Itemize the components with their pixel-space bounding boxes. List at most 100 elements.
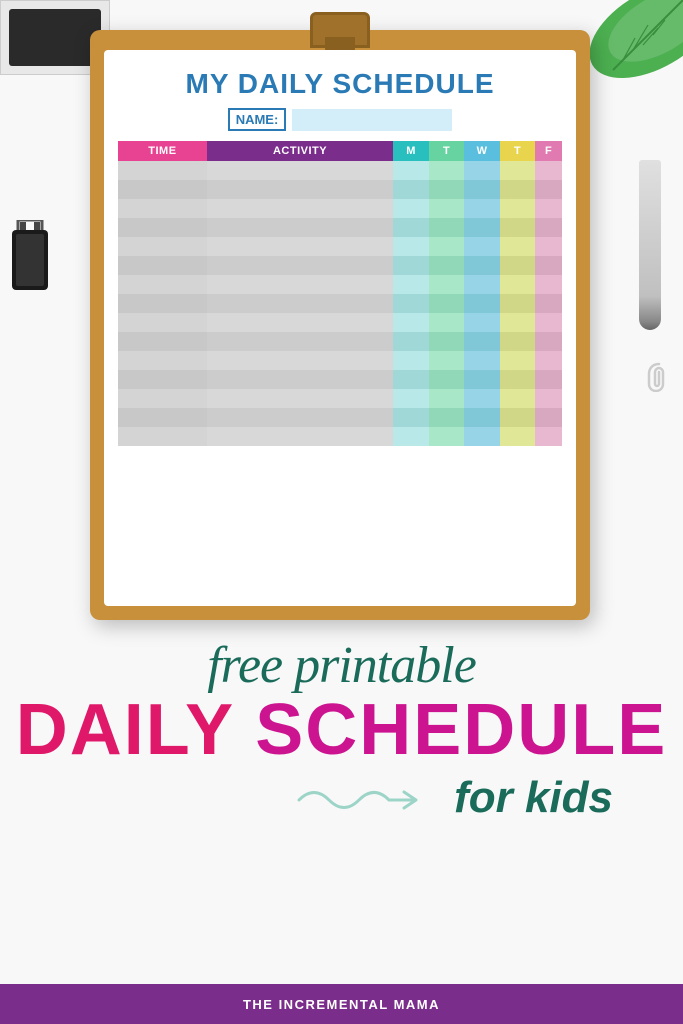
for-kids-text: for kids [454,773,613,823]
cell-thursday [500,313,536,332]
cell-time [118,218,207,237]
cell-friday [535,256,562,275]
cell-activity [207,351,393,370]
table-row [118,351,562,370]
table-row [118,275,562,294]
cell-tuesday [429,427,465,446]
cell-friday [535,218,562,237]
cell-wednesday [464,332,500,351]
cell-wednesday [464,180,500,199]
cell-monday [393,427,429,446]
cell-time [118,351,207,370]
for-kids-row: for kids [30,770,653,825]
paperclip-decoration [643,360,675,397]
cell-monday [393,294,429,313]
cell-activity [207,294,393,313]
footer-brand-text: THE INCREMENTAL MAMA [243,997,440,1012]
binder-clip-decoration [8,220,52,300]
cell-activity [207,218,393,237]
cell-thursday [500,275,536,294]
cell-friday [535,389,562,408]
cell-monday [393,161,429,180]
free-printable-text: free printable [30,640,653,692]
cell-thursday [500,427,536,446]
table-row [118,218,562,237]
header-activity: ACTIVITY [207,141,393,161]
cell-monday [393,370,429,389]
cell-wednesday [464,199,500,218]
cell-wednesday [464,313,500,332]
cell-tuesday [429,370,465,389]
cell-wednesday [464,389,500,408]
cell-time [118,408,207,427]
cell-wednesday [464,161,500,180]
table-row [118,256,562,275]
cell-tuesday [429,180,465,199]
footer-bar: THE INCREMENTAL MAMA [0,984,683,1024]
cell-monday [393,199,429,218]
cell-time [118,332,207,351]
cell-tuesday [429,237,465,256]
table-row [118,389,562,408]
cell-tuesday [429,332,465,351]
cell-tuesday [429,161,465,180]
cell-time [118,199,207,218]
cell-tuesday [429,389,465,408]
cell-time [118,237,207,256]
cell-activity [207,180,393,199]
cell-monday [393,180,429,199]
cell-monday [393,351,429,370]
table-row [118,313,562,332]
cell-wednesday [464,408,500,427]
cell-monday [393,256,429,275]
cell-activity [207,275,393,294]
cell-friday [535,161,562,180]
cell-friday [535,180,562,199]
cell-time [118,370,207,389]
table-row [118,332,562,351]
cell-tuesday [429,218,465,237]
table-row [118,427,562,446]
cell-friday [535,351,562,370]
schedule-text: SCHEDULE [255,694,667,766]
cell-activity [207,370,393,389]
cell-tuesday [429,294,465,313]
cell-activity [207,389,393,408]
cell-wednesday [464,275,500,294]
cell-activity [207,408,393,427]
table-row [118,161,562,180]
cell-wednesday [464,351,500,370]
clipboard-clip [310,12,370,48]
cell-tuesday [429,313,465,332]
daily-schedule-text: DAILY SCHEDULE [30,694,653,766]
schedule-paper: MY DAILY SCHEDULE NAME: TIME ACTIVITY M … [104,50,576,606]
table-header-row: TIME ACTIVITY M T W T F [118,141,562,161]
cell-activity [207,256,393,275]
cell-time [118,389,207,408]
cell-monday [393,389,429,408]
cell-time [118,427,207,446]
header-friday: F [535,141,562,161]
cell-thursday [500,408,536,427]
cell-friday [535,370,562,389]
table-row [118,180,562,199]
cell-tuesday [429,408,465,427]
header-time: TIME [118,141,207,161]
cell-activity [207,199,393,218]
squiggle-arrow-decoration [294,770,434,825]
cell-activity [207,237,393,256]
cell-thursday [500,370,536,389]
cell-thursday [500,161,536,180]
cell-friday [535,199,562,218]
schedule-rows [118,161,562,446]
cell-tuesday [429,351,465,370]
header-wednesday: W [464,141,500,161]
table-row [118,408,562,427]
cell-thursday [500,237,536,256]
header-tuesday: T [429,141,465,161]
pen-decoration [639,160,661,330]
daily-text: DAILY [16,694,235,766]
header-thursday: T [500,141,536,161]
cell-activity [207,332,393,351]
cell-wednesday [464,237,500,256]
